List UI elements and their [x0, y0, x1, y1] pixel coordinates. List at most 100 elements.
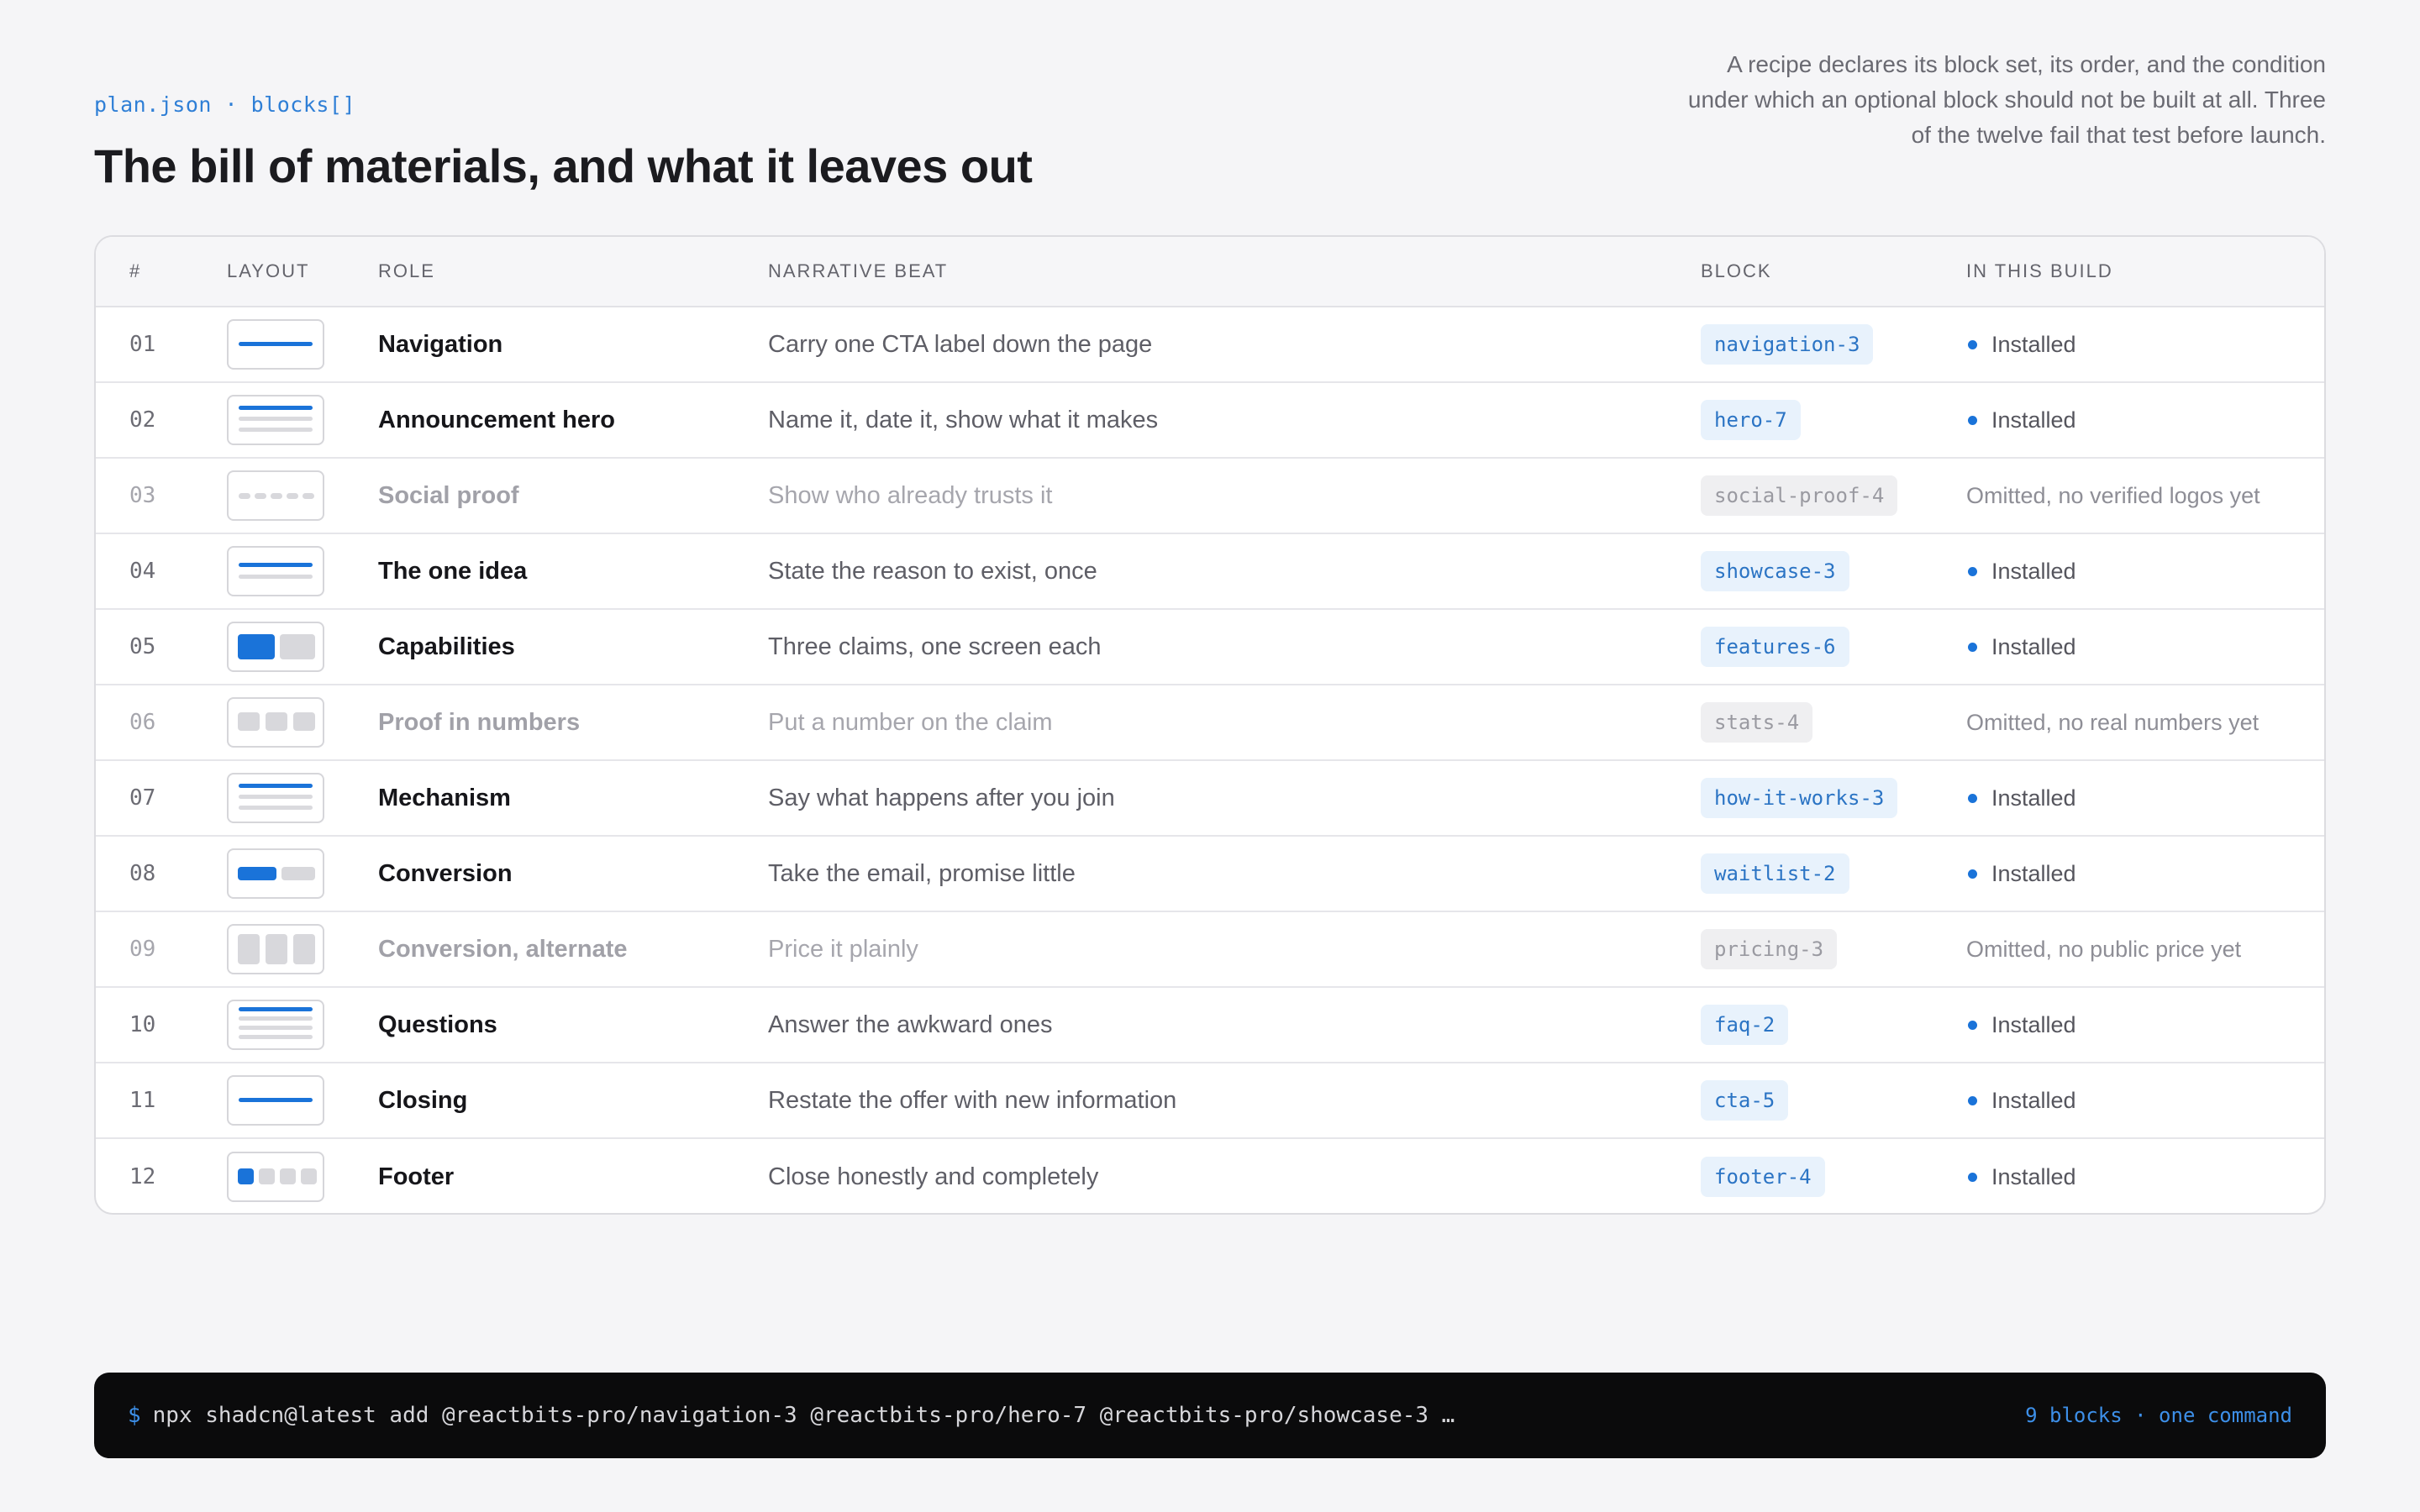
build-status: Omitted, no verified logos yet [1966, 483, 2324, 509]
column-header-narrative-beat: NARRATIVE BEAT [768, 260, 949, 281]
layout-cell [227, 848, 378, 899]
status-dot-icon [1968, 793, 1977, 803]
row-role: Social proof [378, 481, 519, 509]
table-row[interactable]: 02 Announcement hero Name it, date it, sho… [96, 383, 2324, 459]
build-status: Installed [1966, 1012, 2324, 1038]
table-row[interactable]: 06 Proof in numbers Put a number on the cl… [96, 685, 2324, 761]
row-role: Announcement hero [378, 406, 615, 433]
table-row[interactable]: 04 The one idea State the reason to exist,… [96, 534, 2324, 610]
status-dot-icon [1968, 1020, 1977, 1030]
block-chip[interactable]: footer-4 [1701, 1157, 1825, 1197]
prompt-symbol: $ [128, 1403, 141, 1428]
row-number: 09 [129, 937, 156, 962]
row-role: Closing [378, 1086, 468, 1114]
table-row[interactable]: 08 Conversion Take the email, promise litt… [96, 837, 2324, 912]
block-chip[interactable]: how-it-works-3 [1701, 778, 1898, 818]
block-cell: social-proof-4 [1701, 475, 1966, 516]
block-chip[interactable]: cta-5 [1701, 1080, 1789, 1121]
steps-lines-icon [227, 773, 324, 823]
row-number: 04 [129, 559, 156, 584]
block-chip[interactable]: hero-7 [1701, 400, 1801, 440]
table-body: 01 Navigation Carry one CTA label down the… [96, 307, 2324, 1213]
block-cell: stats-4 [1701, 702, 1966, 743]
status-label: Omitted, no verified logos yet [1966, 482, 2260, 508]
table-row[interactable]: 03 Social proof Show who already trusts it… [96, 459, 2324, 534]
block-chip[interactable]: waitlist-2 [1701, 853, 1849, 894]
status-dot-icon [1968, 566, 1977, 576]
status-label: Installed [1991, 1011, 2076, 1037]
block-cell: waitlist-2 [1701, 853, 1966, 894]
table-row[interactable]: 05 Capabilities Three claims, one screen e… [96, 610, 2324, 685]
blocks-table: # LAYOUT ROLE NARRATIVE BEAT BLOCK IN TH… [94, 235, 2326, 1215]
table-row[interactable]: 12 Footer Close honestly and completely foo… [96, 1139, 2324, 1213]
block-cell: footer-4 [1701, 1157, 1966, 1197]
build-status: Installed [1966, 559, 2324, 585]
input-button-icon [227, 848, 324, 899]
column-header-block: BLOCK [1701, 260, 1772, 281]
layout-cell [227, 697, 378, 748]
table-row[interactable]: 01 Navigation Carry one CTA label down the… [96, 307, 2324, 383]
install-command[interactable]: $ npx shadcn@latest add @reactbits-pro/na… [128, 1403, 1455, 1428]
column-header-number: # [129, 260, 142, 281]
status-dot-icon [1968, 642, 1977, 652]
layout-cell [227, 924, 378, 974]
layout-cell [227, 1152, 378, 1202]
page-title: The bill of materials, and what it leave… [94, 139, 1033, 192]
table-row[interactable]: 07 Mechanism Say what happens after you jo… [96, 761, 2324, 837]
status-label: Installed [1991, 1163, 2076, 1189]
block-chip[interactable]: pricing-3 [1701, 929, 1838, 969]
row-number: 08 [129, 861, 156, 886]
block-cell: faq-2 [1701, 1005, 1966, 1045]
status-label: Installed [1991, 633, 2076, 659]
row-narrative-beat: State the reason to exist, once [768, 557, 1097, 585]
row-narrative-beat: Take the email, promise little [768, 859, 1076, 887]
row-role: Questions [378, 1011, 497, 1038]
status-label: Installed [1991, 331, 2076, 357]
block-chip[interactable]: features-6 [1701, 627, 1849, 667]
row-role: Proof in numbers [378, 708, 581, 736]
block-chip[interactable]: navigation-3 [1701, 324, 1874, 365]
hero-lines-icon [227, 395, 324, 445]
row-role: Mechanism [378, 784, 511, 811]
row-number: 03 [129, 483, 156, 508]
block-cell: features-6 [1701, 627, 1966, 667]
row-number: 05 [129, 634, 156, 659]
row-role: Footer [378, 1163, 455, 1190]
nav-line-icon [227, 319, 324, 370]
row-narrative-beat: Answer the awkward ones [768, 1011, 1053, 1038]
row-role: Capabilities [378, 633, 515, 660]
block-cell: navigation-3 [1701, 324, 1966, 365]
row-narrative-beat: Show who already trusts it [768, 481, 1053, 509]
status-label: Omitted, no public price yet [1966, 936, 2242, 962]
command-text: npx shadcn@latest add @reactbits-pro/nav… [152, 1403, 1455, 1428]
row-narrative-beat: Say what happens after you join [768, 784, 1115, 811]
block-chip[interactable]: stats-4 [1701, 702, 1813, 743]
status-dot-icon [1968, 415, 1977, 425]
block-chip[interactable]: social-proof-4 [1701, 475, 1898, 516]
layout-cell [227, 319, 378, 370]
block-chip[interactable]: showcase-3 [1701, 551, 1849, 591]
block-cell: pricing-3 [1701, 929, 1966, 969]
table-row[interactable]: 10 Questions Answer the awkward ones faq-2 I… [96, 988, 2324, 1063]
footer-squares-icon [227, 1152, 324, 1202]
column-header-layout: LAYOUT [227, 260, 310, 281]
table-row[interactable]: 09 Conversion, alternate Price it plainly p… [96, 912, 2324, 988]
block-chip[interactable]: faq-2 [1701, 1005, 1789, 1045]
build-status: Installed [1966, 1088, 2324, 1114]
layout-cell [227, 470, 378, 521]
table-row[interactable]: 11 Closing Restate the offer with new info… [96, 1063, 2324, 1139]
row-number: 10 [129, 1012, 156, 1037]
status-dot-icon [1968, 869, 1977, 879]
row-number: 12 [129, 1164, 156, 1189]
install-command-bar[interactable]: $ npx shadcn@latest add @reactbits-pro/na… [94, 1373, 2326, 1458]
status-label: Installed [1991, 407, 2076, 433]
block-cell: how-it-works-3 [1701, 778, 1966, 818]
layout-cell [227, 1075, 378, 1126]
stats-tiles-icon [227, 697, 324, 748]
status-label: Installed [1991, 785, 2076, 811]
row-narrative-beat: Restate the offer with new information [768, 1086, 1177, 1114]
layout-cell [227, 546, 378, 596]
build-status: Installed [1966, 634, 2324, 660]
page-header: plan.json · blocks[] The bill of materia… [94, 92, 1033, 193]
table-header: # LAYOUT ROLE NARRATIVE BEAT BLOCK IN TH… [96, 237, 2324, 307]
